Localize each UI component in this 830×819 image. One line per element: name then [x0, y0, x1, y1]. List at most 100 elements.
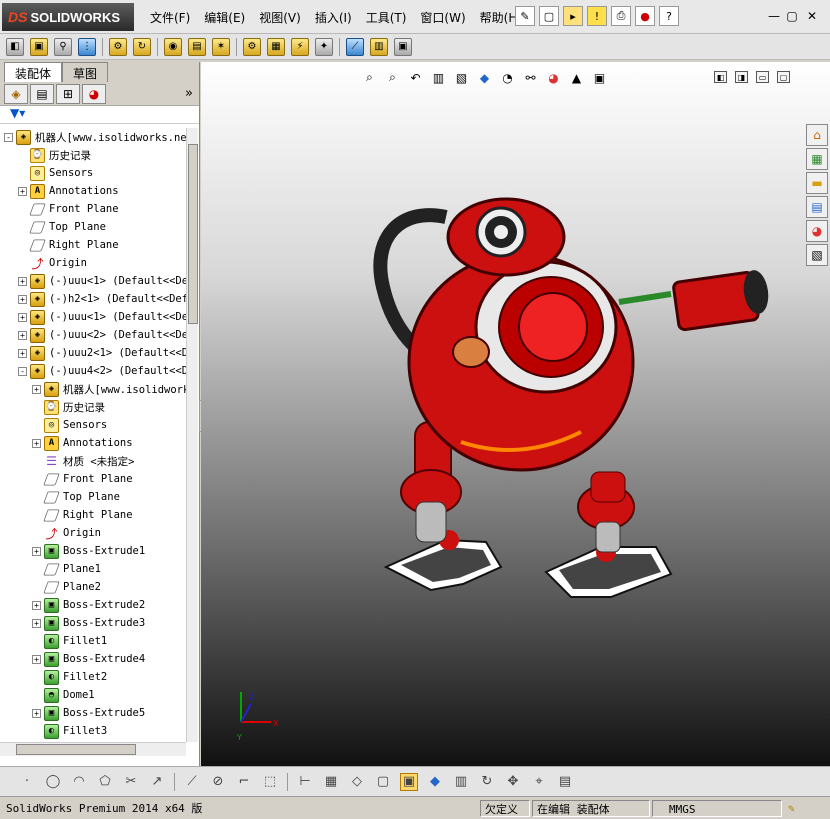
tree-node[interactable]: ⌚ 历史记录 — [32, 398, 105, 416]
expand-toggle[interactable]: + — [18, 330, 27, 340]
tree-node[interactable]: ☰ 材质 <未指定> — [32, 452, 134, 470]
print-icon[interactable]: ⎙ — [611, 6, 631, 26]
expand-toggle[interactable]: + — [18, 348, 27, 358]
scroll-thumb[interactable] — [188, 144, 198, 324]
extend-icon[interactable]: ↗ — [148, 773, 166, 791]
expand-toggle[interactable]: - — [18, 366, 27, 376]
tree-node[interactable]: Plane1 — [32, 560, 101, 578]
tree-node[interactable]: Top Plane — [18, 218, 106, 236]
expand-toggle[interactable]: + — [32, 438, 41, 448]
minimize-icon[interactable]: — — [766, 8, 782, 24]
bill-of-materials-icon[interactable]: ⚙ — [243, 37, 261, 56]
status-units[interactable]: MMGS — [652, 800, 782, 817]
rotate-icon[interactable]: ↻ — [478, 773, 496, 791]
restore-icon[interactable]: ▢ — [784, 8, 800, 24]
measure-icon[interactable]: ⟋ — [346, 37, 364, 56]
circle-icon[interactable]: ◯ — [44, 773, 62, 791]
expand-toggle[interactable]: + — [32, 654, 41, 664]
tree-node[interactable]: + ◈ 机器人[www.isolidworks — [32, 380, 186, 398]
linear-pattern-icon[interactable]: ⋮ — [78, 37, 96, 56]
menu-window[interactable]: 窗口(W) — [420, 9, 465, 26]
tree-node[interactable]: Right Plane — [32, 506, 133, 524]
tree-node[interactable]: ◐ Fillet3 — [32, 722, 107, 740]
feature-tree-tab-icon[interactable]: ◈ — [4, 83, 28, 104]
section-icon[interactable]: ▥ — [452, 773, 470, 791]
plane-view-icon[interactable]: ◇ — [348, 773, 366, 791]
menu-view[interactable]: 视图(V) — [259, 9, 301, 26]
tree-node[interactable]: Front Plane — [18, 200, 119, 218]
tag-icon[interactable]: ✎ — [784, 800, 826, 817]
convert-entities-icon[interactable]: ⬚ — [261, 773, 279, 791]
config-manager-tab-icon[interactable]: ⊞ — [56, 83, 80, 104]
tree-node[interactable]: - ◈ 机器人[www.isolidworks.net] — [4, 128, 186, 146]
tree-node[interactable]: + ▣ Boss-Extrude1 — [32, 542, 145, 560]
polygon-icon[interactable]: ⬠ — [96, 773, 114, 791]
smart-fasteners-icon[interactable]: ⚙ — [109, 37, 127, 56]
tree-node[interactable]: + ▣ Boss-Extrude4 — [32, 650, 145, 668]
tree-node[interactable]: +◈ (-)uuu2<1> (Default<<Defau — [18, 344, 186, 362]
tree-node[interactable]: +◈ (-)uuu<2> (Default<<Defaul — [18, 326, 186, 344]
tree-node[interactable]: ◎ Sensors — [32, 416, 107, 434]
instant3d-icon[interactable]: ▣ — [394, 37, 412, 56]
tree-node[interactable]: Right Plane — [18, 236, 119, 254]
tree-horizontal-scrollbar[interactable] — [0, 742, 186, 756]
tree-node[interactable]: + ▣ Boss-Extrude5 — [32, 704, 145, 722]
expand-toggle[interactable]: + — [32, 384, 41, 394]
filter-icon[interactable]: ▼▾ — [0, 106, 199, 124]
menu-file[interactable]: 文件(F) — [150, 9, 190, 26]
new-document-icon[interactable]: ▢ — [539, 6, 559, 26]
tree-node[interactable]: ⌚ 历史记录 — [18, 146, 91, 164]
solidworks-logo[interactable]: DS SOLIDWORKS — [2, 3, 134, 31]
move-icon[interactable]: ✥ — [504, 773, 522, 791]
exploded-view-icon[interactable]: ▦ — [267, 37, 285, 56]
new-part-icon[interactable]: ◧ — [6, 37, 24, 56]
grid-icon[interactable]: ▦ — [322, 773, 340, 791]
shaded-edges-icon[interactable]: ▣ — [400, 772, 418, 791]
property-manager-tab-icon[interactable]: ▤ — [30, 83, 54, 104]
tree-node[interactable]: Plane2 — [32, 578, 101, 596]
expand-toggle[interactable]: + — [32, 600, 41, 610]
tree-node[interactable]: ◐ Fillet1 — [32, 632, 107, 650]
reference-geometry-icon[interactable]: ✶ — [212, 37, 230, 56]
expand-toggle[interactable]: + — [18, 186, 27, 196]
expand-toggle[interactable]: + — [18, 294, 27, 304]
camera-icon[interactable]: ⌖ — [530, 773, 548, 791]
expand-toggle[interactable]: + — [32, 708, 41, 718]
tree-node[interactable]: ⤴ Origin — [18, 254, 86, 272]
tree-node[interactable]: + ▣ Boss-Extrude3 — [32, 614, 145, 632]
point-icon[interactable]: · — [18, 773, 36, 791]
dimension-icon[interactable]: ⊢ — [296, 773, 314, 791]
display-mode-icon[interactable]: ◆ — [426, 773, 444, 791]
mirror-icon[interactable]: ⊘ — [209, 773, 227, 791]
trim-icon[interactable]: ✂ — [122, 773, 140, 791]
open-folder-icon[interactable]: ▸ — [563, 6, 583, 26]
graphics-area[interactable]: ⌕ ⌕ ↶ ▥ ▧ ◆ ◔ ⚯ ◕ ▲ ▣ ◧ ◨ ▭ ▢ ⌂ ▦ ▬ ▤ ◕ … — [201, 62, 830, 766]
tree-node[interactable]: ◐ Fillet2 — [32, 668, 107, 686]
tree-vertical-scrollbar[interactable] — [186, 128, 198, 742]
h-scroll-thumb[interactable] — [16, 744, 136, 755]
menu-edit[interactable]: 编辑(E) — [204, 9, 245, 26]
traffic-light-icon[interactable]: ● — [635, 6, 655, 26]
move-component-icon[interactable]: ↻ — [133, 37, 151, 56]
interference-icon[interactable]: ✦ — [315, 37, 333, 56]
assembly-features-icon[interactable]: ▤ — [188, 37, 206, 56]
offset-icon[interactable]: ⟋ — [183, 773, 201, 791]
tab-sketch[interactable]: 草图 — [62, 62, 109, 82]
menu-tools[interactable]: 工具(T) — [366, 9, 407, 26]
help-icon[interactable]: ? — [659, 6, 679, 26]
menu-insert[interactable]: 插入(I) — [315, 9, 352, 26]
tree-node[interactable]: -◈ (-)uuu4<2> (Default<<Defau — [18, 362, 186, 380]
pin-icon[interactable]: ✎ — [515, 6, 535, 26]
tree-node[interactable]: +◈ (-)uuu<1> (Default<<Defaul — [18, 308, 186, 326]
tree-node[interactable]: + A Annotations — [18, 182, 119, 200]
mass-properties-icon[interactable]: ▥ — [370, 37, 388, 56]
tree-node[interactable]: Front Plane — [32, 470, 133, 488]
tree-node[interactable]: +◈ (-)uuu<1> (Default<<Defaul — [18, 272, 186, 290]
insert-component-icon[interactable]: ▣ — [30, 37, 48, 56]
table-icon[interactable]: ▤ — [556, 773, 574, 791]
expand-toggle[interactable]: + — [32, 546, 41, 556]
tree-node[interactable]: ⤴ Origin — [32, 524, 100, 542]
mate-icon[interactable]: ⚲ — [54, 37, 72, 56]
expand-toggle[interactable]: + — [18, 276, 27, 286]
tree-node[interactable]: + A Annotations — [32, 434, 133, 452]
